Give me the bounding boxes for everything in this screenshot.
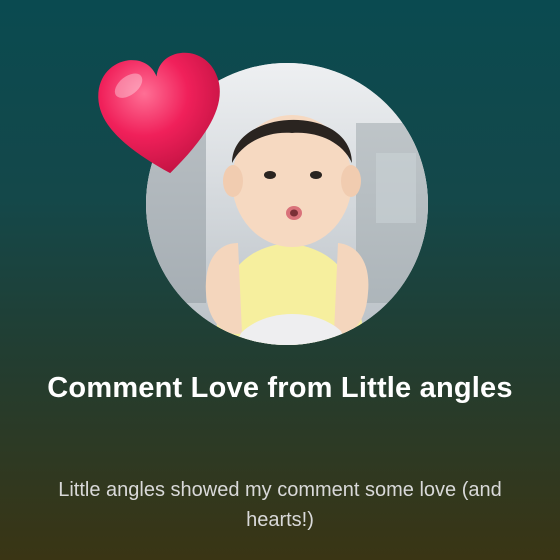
notification-title: Comment Love from Little angles — [47, 372, 513, 404]
heart-icon — [88, 43, 236, 186]
notification-subtitle: Little angles showed my comment some lov… — [58, 479, 502, 531]
